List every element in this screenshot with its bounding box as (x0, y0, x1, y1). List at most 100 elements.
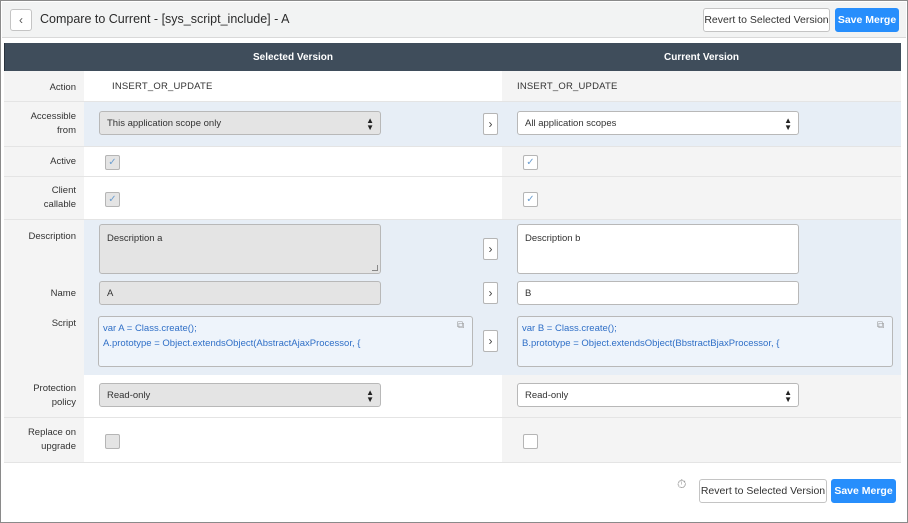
current-cell-description: Description b (502, 220, 901, 279)
copy-name-button[interactable]: › (483, 282, 498, 304)
revert-to-selected-button-top[interactable]: Revert to Selected Version (703, 8, 830, 32)
field-label-client-callable-l1: Client (51, 185, 76, 196)
field-label-name: Name (4, 279, 84, 311)
field-label-script: Script (4, 311, 84, 375)
current-cell-replace-on-upgrade (502, 418, 901, 462)
current-version-header: Current Version (502, 43, 901, 71)
revert-to-selected-button-bottom[interactable]: Revert to Selected Version (699, 479, 827, 503)
current-name-input[interactable]: B (517, 281, 799, 305)
current-action-value: INSERT_OR_UPDATE (517, 81, 618, 92)
selected-script-editor: var A = Class.create(); A.prototype = Ob… (98, 316, 473, 367)
current-description-value: Description b (525, 233, 581, 244)
current-protection-policy-select[interactable]: Read-only ▲ ▼ (517, 383, 799, 407)
selected-cell-action: INSERT_OR_UPDATE (84, 71, 502, 101)
current-accessible-from-value: All application scopes (525, 117, 617, 129)
current-cell-action: INSERT_OR_UPDATE (502, 71, 901, 101)
row-name: Name A › B (4, 279, 901, 311)
selected-cell-accessible-from: This application scope only ▲ ▼ › (84, 102, 502, 146)
field-label-replace-on-upgrade: Replace on upgrade (4, 418, 84, 462)
selected-cell-client-callable: ✓ (84, 177, 502, 219)
selected-accessible-from-select: This application scope only ▲ ▼ (99, 111, 381, 135)
checkmark-icon: ✓ (108, 157, 117, 168)
top-bar: ‹ Compare to Current - [sys_script_inclu… (2, 2, 906, 38)
select-caret-icon: ▲ ▼ (366, 388, 374, 404)
selected-active-checkbox: ✓ (105, 155, 120, 170)
field-label-description: Description (4, 220, 84, 279)
chevron-right-icon: › (488, 286, 493, 300)
chevron-right-icon: › (488, 242, 493, 256)
select-caret-icon: ▲ ▼ (366, 116, 374, 132)
selected-accessible-from-value: This application scope only (107, 117, 222, 129)
select-caret-icon: ▲ ▼ (784, 388, 792, 404)
selected-script-line-1: var A = Class.create(); (103, 323, 197, 334)
label-column-header (4, 43, 84, 71)
field-label-replace-on-upgrade-l2: upgrade (41, 441, 76, 452)
chevron-right-icon: › (488, 117, 493, 131)
current-cell-active: ✓ (502, 147, 901, 176)
selected-action-value: INSERT_OR_UPDATE (112, 81, 213, 92)
field-label-protection-policy-l1: Protection (33, 383, 76, 394)
copy-accessible-from-button[interactable]: › (483, 113, 498, 135)
row-client-callable: Client callable ✓ ✓ (4, 177, 901, 220)
selected-script-line-2: A.prototype = Object.extendsObject(Abstr… (103, 338, 361, 349)
selected-description-textarea: Description a (99, 224, 381, 274)
field-label-action: Action (4, 71, 84, 101)
selected-client-callable-checkbox: ✓ (105, 192, 120, 207)
selected-name-input: A (99, 281, 381, 305)
chevron-right-icon: › (488, 334, 493, 348)
current-client-callable-checkbox[interactable]: ✓ (523, 192, 538, 207)
current-script-editor[interactable]: var B = Class.create(); B.prototype = Ob… (517, 316, 893, 367)
row-replace-on-upgrade: Replace on upgrade (4, 418, 901, 463)
selected-cell-name: A › (84, 279, 502, 311)
selected-cell-script: var A = Class.create(); A.prototype = Ob… (84, 311, 502, 375)
checkmark-icon: ✓ (108, 194, 117, 205)
current-replace-on-upgrade-checkbox[interactable] (523, 434, 538, 449)
selected-protection-policy-select: Read-only ▲ ▼ (99, 383, 381, 407)
row-description: Description Description a › Description … (4, 220, 901, 279)
back-button[interactable]: ‹ (10, 9, 32, 31)
field-label-client-callable-l2: callable (43, 199, 76, 210)
current-script-line-2: B.prototype = Object.extendsObject(Bbstr… (522, 338, 780, 349)
row-script: Script var A = Class.create(); A.prototy… (4, 311, 901, 375)
popout-icon[interactable]: ⧉ (457, 321, 467, 331)
copy-description-button[interactable]: › (483, 238, 498, 260)
current-cell-protection-policy: Read-only ▲ ▼ (502, 375, 901, 417)
field-label-replace-on-upgrade-l1: Replace on (27, 427, 76, 438)
selected-replace-on-upgrade-checkbox (105, 434, 120, 449)
stopwatch-icon: ⏱ (677, 477, 687, 491)
field-label-accessible-from-l1: Accessible (30, 111, 76, 122)
selected-protection-policy-value: Read-only (107, 389, 151, 401)
row-protection-policy: Protection policy Read-only ▲ ▼ Read-only… (4, 375, 901, 418)
row-accessible-from: Accessible from This application scope o… (4, 102, 901, 147)
selected-version-header: Selected Version (84, 43, 502, 71)
page-title: Compare to Current - [sys_script_include… (40, 12, 290, 26)
selected-name-value: A (107, 287, 114, 299)
current-description-textarea[interactable]: Description b (517, 224, 799, 274)
current-protection-policy-value: Read-only (525, 389, 569, 401)
current-accessible-from-select[interactable]: All application scopes ▲ ▼ (517, 111, 799, 135)
copy-script-button[interactable]: › (483, 330, 498, 352)
selected-cell-description: Description a › (84, 220, 502, 279)
current-cell-script: var B = Class.create(); B.prototype = Ob… (502, 311, 901, 375)
current-cell-client-callable: ✓ (502, 177, 901, 219)
current-active-checkbox[interactable]: ✓ (523, 155, 538, 170)
popout-icon[interactable]: ⧉ (877, 321, 887, 331)
save-merge-button-bottom[interactable]: Save Merge (831, 479, 896, 503)
current-cell-accessible-from: All application scopes ▲ ▼ (502, 102, 901, 146)
current-name-value: B (525, 287, 532, 299)
compare-dialog: ‹ Compare to Current - [sys_script_inclu… (0, 0, 908, 523)
current-script-line-1: var B = Class.create(); (522, 323, 617, 334)
row-action: Action INSERT_OR_UPDATE INSERT_OR_UPDATE (4, 71, 901, 102)
selected-cell-active: ✓ (84, 147, 502, 176)
field-label-client-callable: Client callable (4, 177, 84, 219)
selected-cell-replace-on-upgrade (84, 418, 502, 462)
selected-description-value: Description a (107, 233, 163, 244)
chevron-left-icon: ‹ (19, 13, 23, 27)
field-label-accessible-from: Accessible from (4, 102, 84, 146)
field-label-protection-policy: Protection policy (4, 375, 84, 417)
field-label-accessible-from-l2: from (57, 125, 76, 136)
save-merge-button-top[interactable]: Save Merge (835, 8, 899, 32)
checkmark-icon: ✓ (526, 157, 535, 168)
select-caret-icon: ▲ ▼ (784, 116, 792, 132)
row-active: Active ✓ ✓ (4, 147, 901, 177)
